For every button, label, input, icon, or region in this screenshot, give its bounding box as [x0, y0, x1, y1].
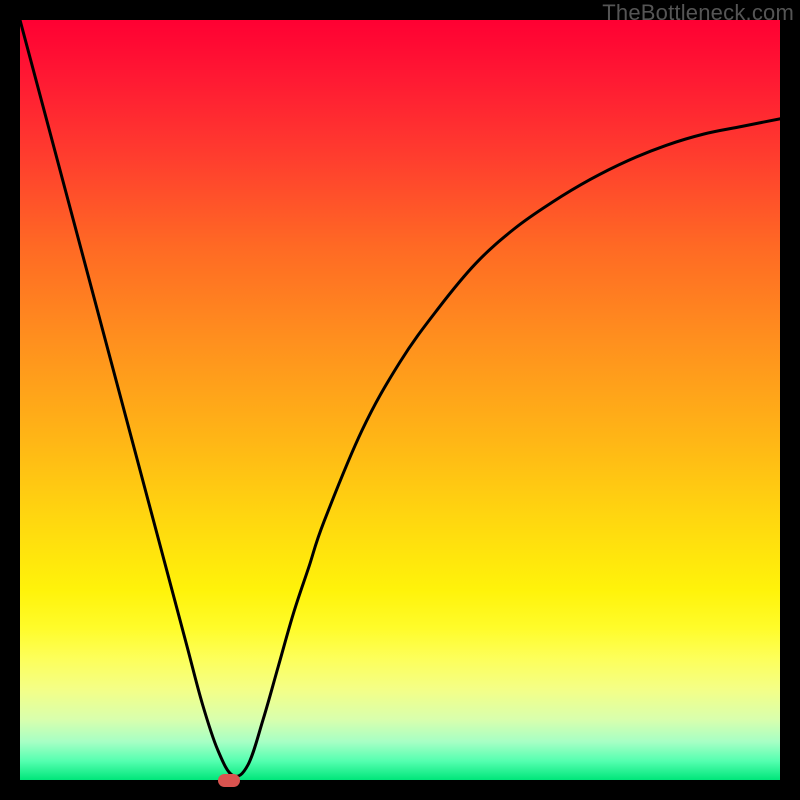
- optimal-point-marker: [218, 774, 240, 787]
- bottleneck-curve: [20, 20, 780, 776]
- watermark-label: TheBottleneck.com: [602, 0, 794, 26]
- curve-svg: [20, 20, 780, 780]
- plot-area: [20, 20, 780, 780]
- chart-frame: TheBottleneck.com: [0, 0, 800, 800]
